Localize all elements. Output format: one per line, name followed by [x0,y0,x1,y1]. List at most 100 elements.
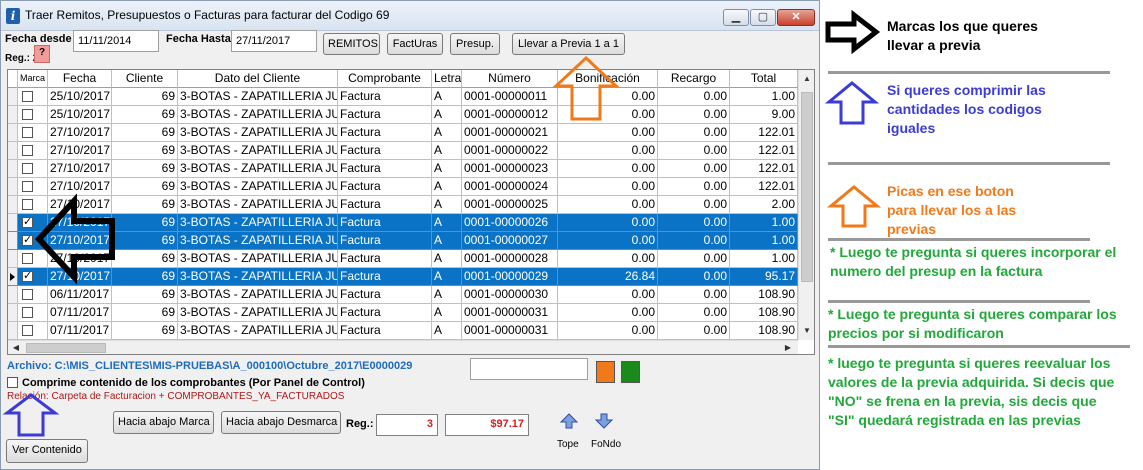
cell-dato[interactable]: 3-BOTAS - ZAPATILLERIA JU [178,250,338,268]
cell-cliente[interactable]: 69 [112,88,178,106]
remitos-button[interactable]: REMITOS [323,33,380,55]
cell-comp[interactable]: Factura [338,286,432,304]
cell-dato[interactable]: 3-BOTAS - ZAPATILLERIA JU [178,142,338,160]
cell-numero[interactable]: 0001-00000012 [462,106,558,124]
tope-icon[interactable] [559,413,579,429]
cell-recargo[interactable]: 0.00 [658,322,730,340]
cell-cliente[interactable]: 69 [112,232,178,250]
cell-fecha[interactable]: 25/10/2017 [48,88,112,106]
cell-total[interactable]: 1.00 [730,214,798,232]
cell-recargo[interactable]: 0.00 [658,142,730,160]
cell-total[interactable]: 1.00 [730,232,798,250]
cell-recargo[interactable]: 0.00 [658,268,730,286]
cell-bonif[interactable]: 0.00 [558,322,658,340]
cell-numero[interactable]: 0001-00000026 [462,214,558,232]
cell-total[interactable]: 1.00 [730,250,798,268]
cell-letra[interactable]: A [432,250,462,268]
cell-numero[interactable]: 0001-00000023 [462,160,558,178]
cell-total[interactable]: 9.00 [730,106,798,124]
cell-cliente[interactable]: 69 [112,124,178,142]
cell-bonif[interactable]: 26.84 [558,268,658,286]
cell-recargo[interactable]: 0.00 [658,232,730,250]
cell-total[interactable]: 122.01 [730,142,798,160]
marca-checkbox[interactable] [22,199,33,210]
cell-recargo[interactable]: 0.00 [658,304,730,322]
marca-checkbox[interactable] [22,325,33,336]
cell-total[interactable]: 1.00 [730,88,798,106]
marca-checkbox[interactable] [22,214,33,231]
comprime-checkbox-row[interactable]: Comprime contenido de los comprobantes (… [7,377,365,389]
cell-cliente[interactable]: 69 [112,142,178,160]
marca-checkbox[interactable] [22,232,33,249]
scroll-left-icon[interactable]: ◀ [8,341,24,354]
table-row[interactable]: 06/11/2017 69 3-BOTAS - ZAPATILLERIA JU Fac… [8,286,798,304]
cell-cliente[interactable]: 69 [112,286,178,304]
cell-comp[interactable]: Factura [338,268,432,286]
facturas-button[interactable]: FactUras [387,33,443,55]
cell-numero[interactable]: 0001-00000031 [462,322,558,340]
cell-letra[interactable]: A [432,232,462,250]
cell-fecha[interactable]: 07/11/2017 [48,304,112,322]
cell-cliente[interactable]: 69 [112,160,178,178]
marca-cell[interactable] [18,142,48,160]
cell-dato[interactable]: 3-BOTAS - ZAPATILLERIA JU [178,322,338,340]
cell-total[interactable]: 2.00 [730,196,798,214]
marca-cell[interactable] [18,178,48,196]
cell-comp[interactable]: Factura [338,232,432,250]
cell-comp[interactable]: Factura [338,304,432,322]
cell-dato[interactable]: 3-BOTAS - ZAPATILLERIA JU [178,232,338,250]
cell-total[interactable]: 108.90 [730,304,798,322]
cell-comp[interactable]: Factura [338,88,432,106]
cell-letra[interactable]: A [432,286,462,304]
column-header[interactable]: Cliente [112,70,178,88]
cell-letra[interactable]: A [432,214,462,232]
cell-comp[interactable]: Factura [338,124,432,142]
cell-recargo[interactable]: 0.00 [658,196,730,214]
cell-comp[interactable]: Factura [338,106,432,124]
cell-letra[interactable]: A [432,322,462,340]
fondo-label[interactable]: FoNdo [591,439,621,450]
cell-letra[interactable]: A [432,178,462,196]
cell-dato[interactable]: 3-BOTAS - ZAPATILLERIA JU [178,304,338,322]
column-header[interactable]: Recargo [658,70,730,88]
cell-comp[interactable]: Factura [338,250,432,268]
cell-cliente[interactable]: 69 [112,196,178,214]
cell-total[interactable]: 122.01 [730,178,798,196]
column-header[interactable]: Marca [18,70,48,88]
cell-comp[interactable]: Factura [338,178,432,196]
marca-checkbox[interactable] [22,91,33,102]
cell-total[interactable]: 95.17 [730,268,798,286]
cell-dato[interactable]: 3-BOTAS - ZAPATILLERIA JU [178,178,338,196]
marca-checkbox[interactable] [22,289,33,300]
table-row[interactable]: 25/10/2017 69 3-BOTAS - ZAPATILLERIA JU Fac… [8,88,798,106]
help-button[interactable]: ? [34,45,50,63]
minimize-button[interactable]: ▁ [723,9,749,26]
cell-cliente[interactable]: 69 [112,268,178,286]
cell-total[interactable]: 108.90 [730,286,798,304]
marca-checkbox[interactable] [22,163,33,174]
column-header[interactable]: Comprobante [338,70,432,88]
cell-numero[interactable]: 0001-00000030 [462,286,558,304]
close-button[interactable]: ✕ [777,9,815,26]
cell-bonif[interactable]: 0.00 [558,214,658,232]
comprime-checkbox[interactable] [7,377,18,388]
cell-fecha[interactable]: 27/10/2017 [48,160,112,178]
search-input[interactable] [470,358,588,380]
cell-bonif[interactable]: 0.00 [558,304,658,322]
scroll-up-icon[interactable]: ▲ [799,70,814,87]
marca-cell[interactable] [18,88,48,106]
cell-numero[interactable]: 0001-00000025 [462,196,558,214]
fondo-icon[interactable] [594,413,614,429]
column-header[interactable]: Total [730,70,798,88]
cell-bonif[interactable]: 0.00 [558,196,658,214]
cell-letra[interactable]: A [432,88,462,106]
marca-cell[interactable] [18,124,48,142]
cell-comp[interactable]: Factura [338,196,432,214]
table-row[interactable]: 27/10/2017693-BOTAS - ZAPATILLERIA JUFac… [8,142,798,160]
orange-color-button[interactable] [596,361,615,383]
table-row[interactable]: 25/10/2017 69 3-BOTAS - ZAPATILLERIA JU Fac… [8,106,798,124]
tope-label[interactable]: Tope [557,439,579,450]
cell-cliente[interactable]: 69 [112,214,178,232]
cell-recargo[interactable]: 0.00 [658,214,730,232]
cell-recargo[interactable]: 0.00 [658,286,730,304]
